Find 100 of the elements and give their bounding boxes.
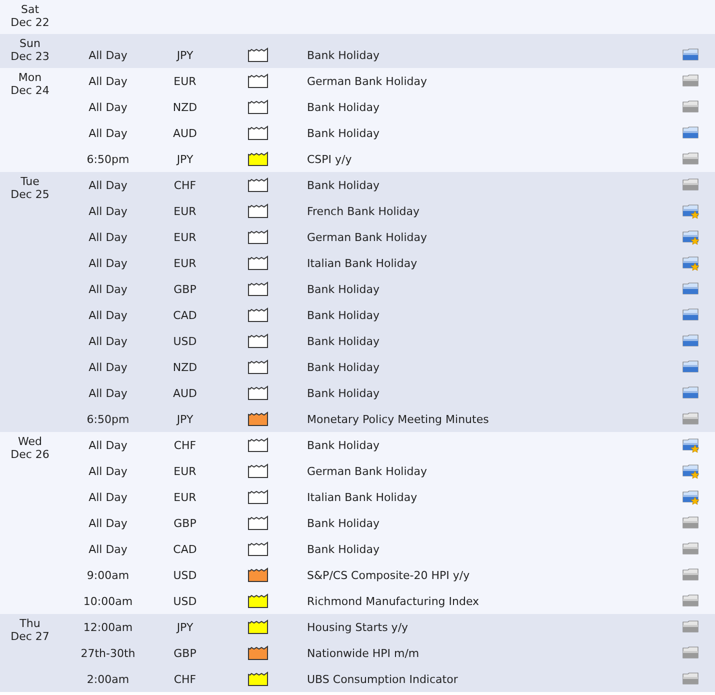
folder-icon[interactable] — [682, 541, 700, 557]
event-title[interactable]: S&P/CS Composite-20 HPI y/y — [302, 568, 671, 582]
event-time: All Day — [88, 282, 128, 296]
event-time: All Day — [88, 230, 128, 244]
event-time: All Day — [88, 386, 128, 400]
currency-code: NZD — [172, 360, 198, 374]
event-title[interactable]: Monetary Policy Meeting Minutes — [302, 412, 671, 426]
currency-code: JPY — [175, 48, 194, 62]
event-title[interactable]: French Bank Holiday — [302, 204, 671, 218]
event-title[interactable]: German Bank Holiday — [302, 230, 671, 244]
event-title[interactable]: German Bank Holiday — [302, 74, 671, 88]
event-title[interactable]: Italian Bank Holiday — [302, 256, 671, 270]
event-time: All Day — [88, 490, 128, 504]
event-time: All Day — [88, 100, 128, 114]
event-time: 9:00am — [86, 568, 130, 582]
currency-code: EUR — [172, 204, 198, 218]
date-label: Dec 23 — [10, 50, 50, 63]
currency-code: CAD — [172, 308, 198, 322]
folder-icon[interactable] — [682, 177, 700, 193]
folder-icon[interactable] — [682, 671, 700, 687]
event-time: 2:00am — [86, 672, 130, 686]
folder-icon[interactable] — [682, 619, 700, 635]
event-time: All Day — [88, 464, 128, 478]
event-title[interactable]: Richmond Manufacturing Index — [302, 594, 671, 608]
event-time: 10:00am — [82, 594, 134, 608]
currency-code: CHF — [172, 178, 198, 192]
folder-icon[interactable] — [682, 515, 700, 531]
folder-icon[interactable] — [682, 593, 700, 609]
folder-icon[interactable] — [682, 99, 700, 115]
event-time: 6:50pm — [86, 412, 130, 426]
event-title[interactable]: Bank Holiday — [302, 360, 671, 374]
event-title[interactable]: Bank Holiday — [302, 542, 671, 556]
event-time: All Day — [88, 438, 128, 452]
currency-code: JPY — [175, 152, 194, 166]
weekday-label: Tue — [20, 175, 40, 188]
event-time: All Day — [88, 74, 128, 88]
folder-icon[interactable] — [682, 281, 700, 297]
date-label: Dec 27 — [10, 630, 50, 643]
event-title[interactable]: Bank Holiday — [302, 308, 671, 322]
starred-folder-icon[interactable] — [682, 489, 700, 505]
folder-icon[interactable] — [682, 333, 700, 349]
folder-icon[interactable] — [682, 125, 700, 141]
currency-code: EUR — [172, 464, 198, 478]
event-title[interactable]: Nationwide HPI m/m — [302, 646, 671, 660]
event-title[interactable]: Bank Holiday — [302, 100, 671, 114]
event-title[interactable]: CSPI y/y — [302, 152, 671, 166]
event-time: All Day — [88, 360, 128, 374]
currency-code: AUD — [172, 126, 198, 140]
event-title[interactable]: Bank Holiday — [302, 178, 671, 192]
starred-folder-icon[interactable] — [682, 463, 700, 479]
folder-icon[interactable] — [682, 411, 700, 427]
event-title[interactable]: Bank Holiday — [302, 438, 671, 452]
date-label: Dec 22 — [10, 16, 50, 29]
folder-icon[interactable] — [682, 151, 700, 167]
folder-icon[interactable] — [682, 385, 700, 401]
currency-code: GBP — [172, 516, 198, 530]
currency-code: GBP — [172, 646, 198, 660]
folder-icon[interactable] — [682, 307, 700, 323]
starred-folder-icon[interactable] — [682, 229, 700, 245]
event-time: All Day — [88, 334, 128, 348]
event-time: All Day — [88, 256, 128, 270]
event-title[interactable]: UBS Consumption Indicator — [302, 672, 671, 686]
currency-code: CHF — [172, 438, 198, 452]
event-title[interactable]: Italian Bank Holiday — [302, 490, 671, 504]
event-title[interactable]: Bank Holiday — [302, 48, 671, 62]
folder-icon[interactable] — [682, 73, 700, 89]
event-time: All Day — [88, 178, 128, 192]
currency-code: USD — [172, 568, 198, 582]
event-title[interactable]: Housing Starts y/y — [302, 620, 671, 634]
event-title[interactable]: Bank Holiday — [302, 516, 671, 530]
currency-code: USD — [172, 334, 198, 348]
currency-code: EUR — [172, 256, 198, 270]
event-title[interactable]: Bank Holiday — [302, 334, 671, 348]
folder-icon[interactable] — [682, 359, 700, 375]
starred-folder-icon[interactable] — [682, 203, 700, 219]
event-title[interactable]: Bank Holiday — [302, 126, 671, 140]
starred-folder-icon[interactable] — [682, 255, 700, 271]
folder-icon[interactable] — [682, 645, 700, 661]
event-time: All Day — [88, 516, 128, 530]
starred-folder-icon[interactable] — [682, 437, 700, 453]
event-title[interactable]: Bank Holiday — [302, 386, 671, 400]
event-time: All Day — [88, 204, 128, 218]
event-time: All Day — [88, 126, 128, 140]
event-time: 27th-30th — [80, 646, 136, 660]
folder-icon[interactable] — [682, 567, 700, 583]
date-label: Dec 25 — [10, 188, 50, 201]
currency-code: CAD — [172, 542, 198, 556]
currency-code: JPY — [175, 620, 194, 634]
event-time: 12:00am — [82, 620, 134, 634]
weekday-label: Sun — [20, 37, 40, 50]
event-title[interactable]: Bank Holiday — [302, 282, 671, 296]
date-label: Dec 26 — [10, 448, 50, 461]
event-time: All Day — [88, 542, 128, 556]
weekday-label: Wed — [18, 435, 42, 448]
event-title[interactable]: German Bank Holiday — [302, 464, 671, 478]
weekday-label: Sat — [20, 3, 40, 16]
currency-code: JPY — [175, 412, 194, 426]
folder-icon[interactable] — [682, 47, 700, 63]
event-time: All Day — [88, 308, 128, 322]
weekday-label: Mon — [18, 71, 42, 84]
